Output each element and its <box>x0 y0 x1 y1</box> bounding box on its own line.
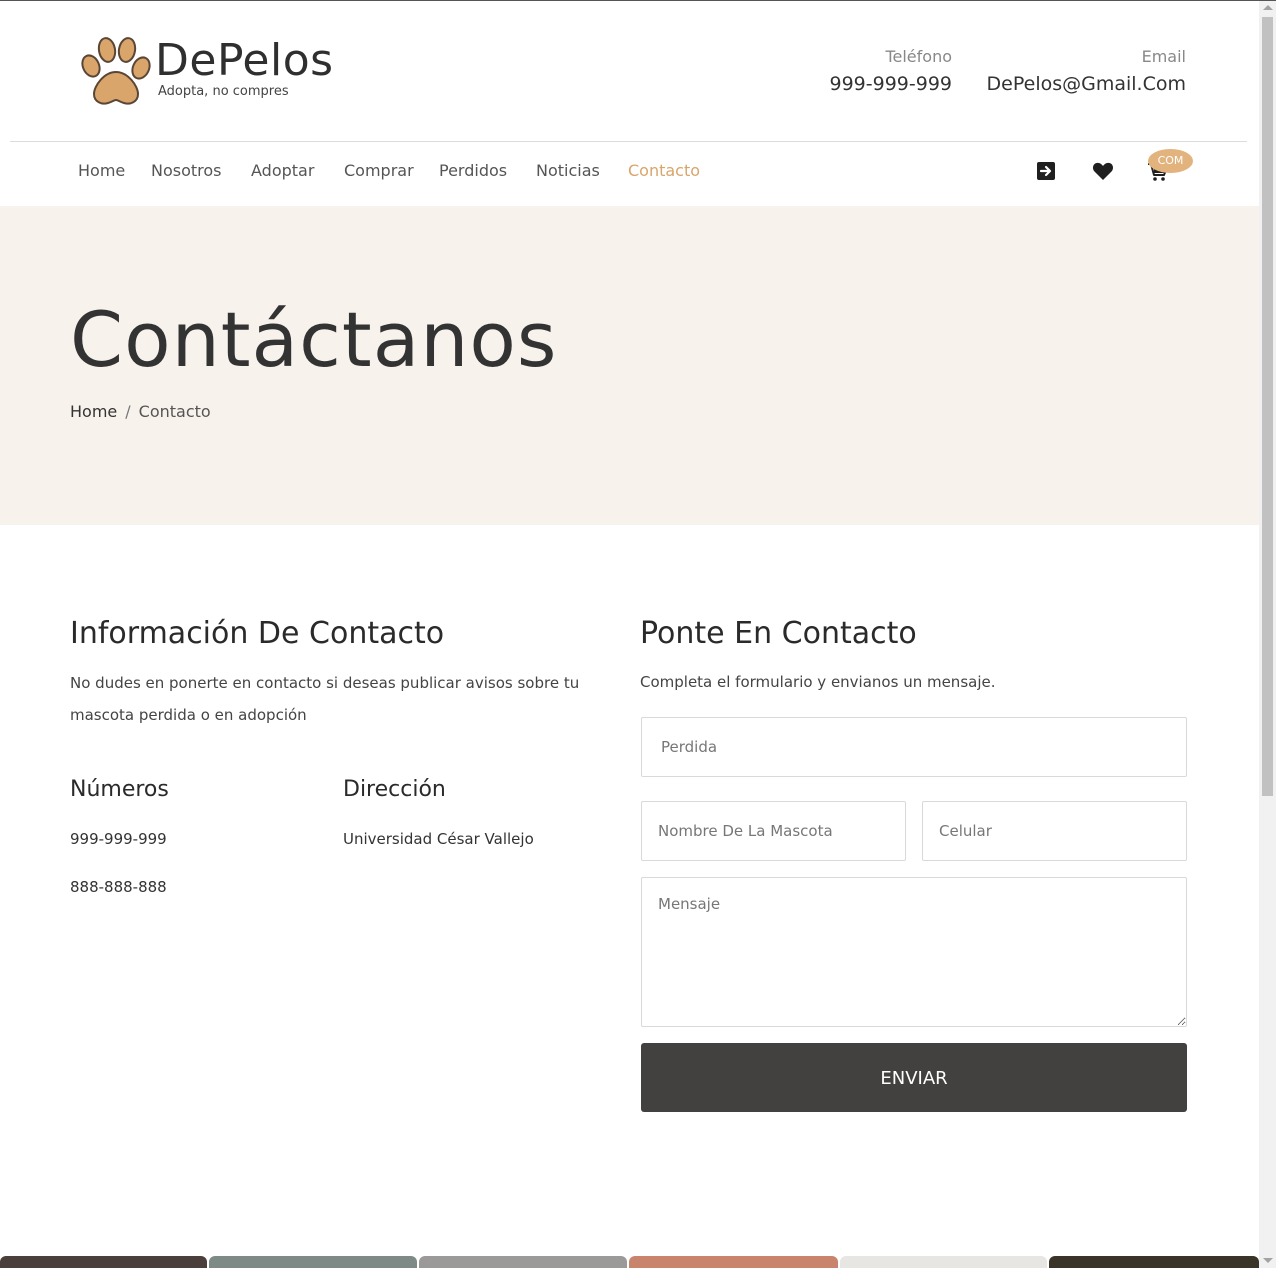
nav-item-home[interactable]: Home <box>78 161 125 180</box>
scrollbar-thumb[interactable] <box>1262 17 1273 796</box>
nav-item-nosotros[interactable]: Nosotros <box>151 161 222 180</box>
gallery-image[interactable] <box>209 1256 417 1268</box>
nav-item-noticias[interactable]: Noticias <box>536 161 600 180</box>
phone-field[interactable] <box>922 801 1187 861</box>
breadcrumb: Home / Contacto <box>70 402 211 421</box>
logo[interactable]: DePelos Adopta, no compres <box>78 34 333 108</box>
breadcrumb-current: Contacto <box>138 402 211 421</box>
heart-icon[interactable] <box>1092 161 1116 185</box>
message-field[interactable] <box>641 877 1187 1027</box>
address-value: Universidad César Vallejo <box>343 830 534 848</box>
gallery-strip <box>0 1256 1259 1268</box>
logo-tagline: Adopta, no compres <box>158 84 289 99</box>
gallery-image[interactable] <box>629 1256 838 1268</box>
phone-label: Teléfono <box>885 47 952 66</box>
paw-icon <box>81 37 151 105</box>
scroll-up-arrow-icon[interactable] <box>1263 5 1273 10</box>
login-icon[interactable] <box>1036 161 1060 185</box>
email-value[interactable]: DePelos@Gmail.Com <box>986 73 1186 95</box>
info-description: No dudes en ponerte en contacto si desea… <box>70 674 580 724</box>
gallery-image[interactable] <box>0 1256 207 1268</box>
address-title: Dirección <box>343 777 446 802</box>
nav-item-perdidos[interactable]: Perdidos <box>439 161 507 180</box>
form-subtitle: Completa el formulario y envianos un men… <box>640 673 996 691</box>
nav-item-adoptar[interactable]: Adoptar <box>251 161 314 180</box>
phone-number: 888-888-888 <box>70 878 167 896</box>
top-border <box>0 0 1276 1</box>
gallery-image[interactable] <box>840 1256 1047 1268</box>
phone-number: 999-999-999 <box>70 830 167 848</box>
send-button[interactable]: ENVIAR <box>641 1043 1187 1112</box>
email-label: Email <box>1141 47 1186 66</box>
logo-name: DePelos <box>155 35 334 86</box>
scroll-down-arrow-icon[interactable] <box>1263 1258 1273 1263</box>
form-title: Ponte En Contacto <box>640 616 917 651</box>
subject-field[interactable] <box>641 717 1187 777</box>
page-title: Contáctanos <box>70 295 558 384</box>
cart-badge: COM <box>1148 149 1193 173</box>
breadcrumb-home[interactable]: Home <box>70 402 117 421</box>
pet-name-field[interactable] <box>641 801 906 861</box>
breadcrumb-separator: / <box>125 402 131 421</box>
numbers-title: Números <box>70 777 169 802</box>
header-divider <box>10 141 1247 142</box>
gallery-image[interactable] <box>419 1256 627 1268</box>
nav-item-comprar[interactable]: Comprar <box>344 161 414 180</box>
gallery-image[interactable] <box>1049 1256 1259 1268</box>
info-title: Información De Contacto <box>70 616 445 651</box>
nav-item-contacto[interactable]: Contacto <box>628 161 700 180</box>
phone-value: 999-999-999 <box>829 73 952 95</box>
